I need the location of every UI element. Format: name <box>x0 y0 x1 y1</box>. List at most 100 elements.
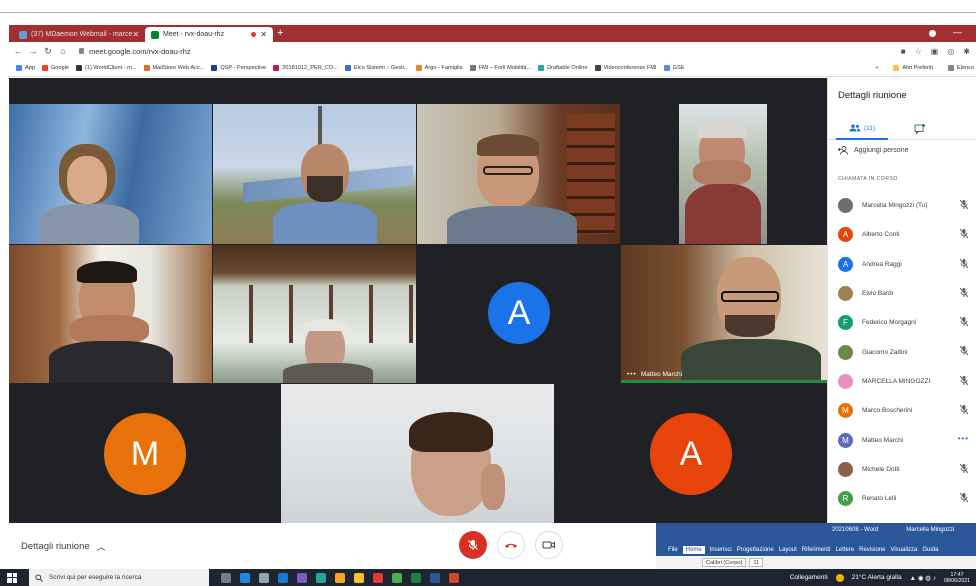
word-tab-layout[interactable]: Layout <box>779 547 797 553</box>
calculator-icon[interactable] <box>259 572 269 583</box>
chevron-right-icon[interactable]: » <box>875 65 878 71</box>
hands <box>693 160 751 186</box>
participant-row[interactable]: A Andrea Raggi <box>828 250 976 279</box>
font-size-select[interactable]: 11 <box>749 558 764 567</box>
tab-title: Meet - rvx-doau-rhz <box>163 31 225 38</box>
word-tab-home[interactable]: Home <box>682 546 705 554</box>
participant-row[interactable]: A Alberto Conti <box>828 220 976 249</box>
tab-mdaemon[interactable]: (37) MDaemon Webmail - marce ✕ <box>13 27 141 42</box>
participant-row[interactable]: Elvio Bardi <box>828 279 976 308</box>
word-tab-references[interactable]: Riferimenti <box>802 547 831 553</box>
network-label[interactable]: Collegamenti <box>790 574 828 581</box>
word-tab-file[interactable]: File <box>668 547 678 553</box>
more-icon[interactable]: ••• <box>627 371 637 378</box>
word-tab-insert[interactable]: Inserisci <box>710 547 732 553</box>
clock[interactable]: 17:47 08/06/2021 <box>944 572 970 584</box>
reload-icon[interactable]: ↻ <box>42 46 54 57</box>
video-tile[interactable] <box>281 384 554 523</box>
bookmark-videoconferenze[interactable]: Videoconferenze FMI <box>594 65 657 71</box>
back-icon[interactable]: ← <box>12 46 24 56</box>
excel-icon[interactable] <box>411 572 421 583</box>
forward-icon[interactable]: → <box>27 46 39 56</box>
leave-call-button[interactable] <box>497 531 525 559</box>
add-people-button[interactable]: Aggiungi persone <box>838 146 909 155</box>
home-icon[interactable]: ⌂ <box>57 46 69 56</box>
avatar-tile[interactable]: A <box>554 384 827 523</box>
bookmark-google[interactable]: Google <box>41 65 69 71</box>
url-field[interactable]: meet.google.com/rvx-doau-rhz <box>79 47 191 56</box>
chrome-icon[interactable] <box>392 572 402 583</box>
video-tile[interactable] <box>9 104 212 244</box>
word-window[interactable]: 20210608 - Word Marcella Mingozzi File H… <box>656 523 976 569</box>
word-tab-mailings[interactable]: Lettere <box>835 547 854 553</box>
participant-row[interactable]: MARCELLA MINGOZZI <box>828 367 976 396</box>
bookmark-argo[interactable]: Argo - Famiglia <box>415 65 463 71</box>
edge-icon[interactable] <box>240 572 250 583</box>
profile-icon[interactable] <box>929 30 936 37</box>
bookmark-app[interactable]: App <box>16 65 35 71</box>
bookmark-qsp[interactable]: QSP - Perspective <box>211 65 266 71</box>
mic-muted-icon <box>959 228 969 239</box>
weather-label[interactable]: 21°C Alerta gialla <box>852 574 902 581</box>
word-tab-design[interactable]: Progettazione <box>737 547 774 553</box>
bookmark-elenco[interactable]: Elenco <box>947 65 974 71</box>
task-view-icon[interactable] <box>221 572 231 583</box>
participant-row[interactable]: Giacomo Zattini <box>828 337 976 366</box>
mic-off-button[interactable] <box>459 531 487 559</box>
video-tile[interactable] <box>213 104 416 244</box>
video-tile[interactable] <box>9 245 212 383</box>
participant-row[interactable]: Michele Dotti <box>828 455 976 484</box>
close-icon[interactable]: ✕ <box>260 30 267 39</box>
bookmark-altri-preferiti[interactable]: Altri Preferiti <box>893 65 933 71</box>
bookmark-draftable[interactable]: Draftable Online <box>538 65 588 71</box>
app-icon[interactable] <box>297 572 307 583</box>
font-name-select[interactable]: Calibri (Corpo) <box>702 558 747 567</box>
shoulders <box>39 204 139 244</box>
tab-people[interactable]: (11) <box>836 118 888 140</box>
tray-icons[interactable]: ▲ ◉ ◍ ♪ <box>910 574 936 582</box>
acrobat-icon[interactable] <box>373 572 383 583</box>
bookmark-fmi[interactable]: FMI – Forlì Mobilità... <box>469 65 531 71</box>
video-tile[interactable] <box>417 104 620 244</box>
sticky-notes-icon[interactable] <box>354 572 364 583</box>
video-tile[interactable] <box>213 245 416 383</box>
meeting-details-toggle[interactable]: Dettagli riunione ︿ <box>21 540 106 553</box>
minimize-icon[interactable]: — <box>953 27 962 37</box>
app-icon[interactable] <box>278 572 288 583</box>
participant-row[interactable]: F Federico Morgagni <box>828 308 976 337</box>
tab-chat[interactable] <box>904 121 934 137</box>
close-icon[interactable]: ✕ <box>132 30 139 39</box>
camera-indicator-icon[interactable]: ■ <box>901 47 906 56</box>
word-tab-view[interactable]: Visualizza <box>890 547 917 553</box>
puzzle-icon[interactable]: ✱ <box>963 47 970 56</box>
participant-row[interactable]: M Matteo Marchi ••• <box>828 425 976 454</box>
avatar-tile[interactable]: A <box>417 245 620 383</box>
extension-icon[interactable]: ▣ <box>931 47 939 56</box>
active-speaker-tile[interactable]: ••• Matteo Marchi <box>621 245 827 383</box>
new-tab-icon[interactable]: + <box>277 27 283 40</box>
mic-muted-icon <box>959 258 969 268</box>
bookmark-mailstore[interactable]: MailStore Web Acc... <box>143 65 204 71</box>
participant-row[interactable]: M Marco Boscherini <box>828 396 976 425</box>
taskbar-search-input[interactable]: Scrivi qui per eseguire la ricerca <box>29 569 209 586</box>
video-tile[interactable] <box>679 104 767 244</box>
avatar-tile[interactable]: M <box>9 384 281 523</box>
participant-row[interactable]: R Renato Lelli <box>828 484 976 513</box>
word-tab-help[interactable]: Guida <box>922 547 938 553</box>
word-tab-review[interactable]: Revisione <box>859 547 885 553</box>
lock-icon <box>79 48 84 54</box>
camera-button[interactable] <box>535 531 563 559</box>
app-icon[interactable] <box>316 572 326 583</box>
word-icon[interactable] <box>430 572 440 583</box>
file-explorer-icon[interactable] <box>335 572 345 583</box>
bookmark-per-co[interactable]: 20181012_PER_CO... <box>273 65 338 71</box>
participant-row[interactable]: Marcella Mingozzi (Tu) <box>828 191 976 220</box>
star-icon[interactable]: ☆ <box>915 47 922 56</box>
bookmark-worldclient[interactable]: (1) WorldClient - m... <box>76 65 137 71</box>
powerpoint-icon[interactable] <box>449 572 459 583</box>
bookmark-elco[interactable]: Elco Sistemi :: Gesti... <box>344 65 409 71</box>
bookmark-gse[interactable]: GSE <box>663 65 684 71</box>
extension-icon[interactable]: ◎ <box>947 47 954 56</box>
tab-meet[interactable]: Meet - rvx-doau-rhz ✕ <box>145 27 273 42</box>
windows-start-icon[interactable] <box>7 572 17 583</box>
